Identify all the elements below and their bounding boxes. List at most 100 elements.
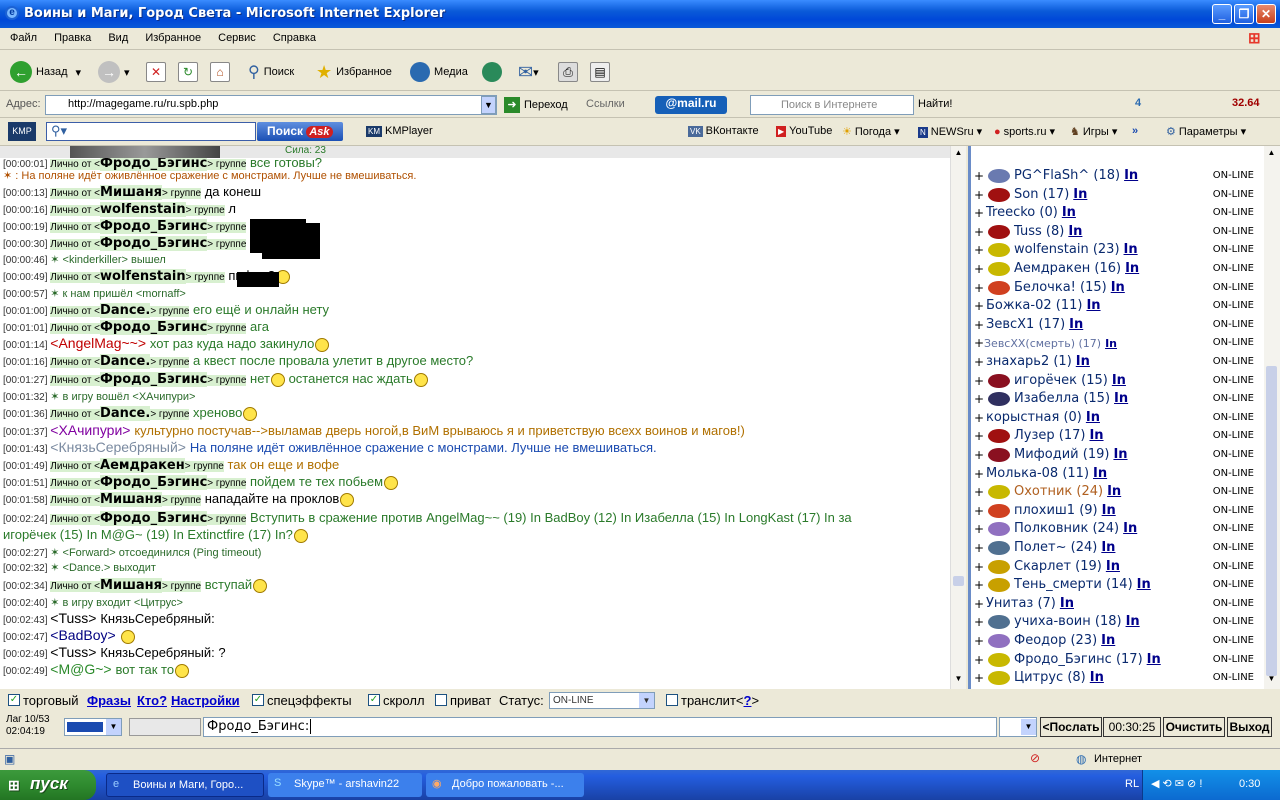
expand-icon[interactable]: + (974, 188, 984, 202)
info-link[interactable]: In (1101, 633, 1115, 648)
refresh-button[interactable]: ↻ (178, 60, 198, 84)
expand-icon[interactable]: + (974, 467, 984, 481)
expand-icon[interactable]: + (974, 485, 984, 499)
user-row[interactable]: + корыстная (0) In ON-LINE (972, 409, 1260, 428)
favorites-button[interactable]: ★ Избранное (316, 60, 392, 84)
find-button[interactable]: Найти! (918, 98, 952, 110)
send-button[interactable]: <Послать (1040, 717, 1102, 737)
expand-icon[interactable]: + (974, 597, 984, 611)
menu-edit[interactable]: Правка (54, 32, 91, 44)
minimize-button[interactable]: _ (1212, 4, 1232, 24)
user-row[interactable]: + Скарлет (19) In ON-LINE (972, 558, 1260, 577)
expand-icon[interactable]: + (974, 281, 984, 295)
user-row[interactable]: + Феодор (23) In ON-LINE (972, 632, 1260, 651)
user-name[interactable]: корыстная (0) In (986, 410, 1100, 425)
mail-button[interactable]: ✉ ▾ (518, 60, 539, 84)
user-name[interactable]: Son (17) In (1014, 187, 1087, 202)
close-button[interactable]: ✕ (1256, 4, 1276, 24)
mailru-logo[interactable]: @mail.ru (655, 96, 727, 114)
clear-button[interactable]: Очистить (1163, 717, 1225, 737)
info-link[interactable]: In (1089, 428, 1103, 443)
scroll-thumb[interactable] (1266, 366, 1277, 676)
user-name[interactable]: Унитаз (7) In (986, 596, 1074, 611)
user-name[interactable]: ЗевсХХ(смерть) (17) In (984, 337, 1117, 350)
user-name[interactable]: Цитрус (8) In (1014, 670, 1104, 685)
games-link[interactable]: ♞ Игры ▾ (1070, 125, 1117, 138)
user-name[interactable]: Аемдракен (16) In (1014, 261, 1139, 276)
user-name[interactable]: Tuss (8) In (1014, 224, 1082, 239)
user-name[interactable]: Феодор (23) In (1014, 633, 1115, 648)
expand-icon[interactable]: + (974, 522, 984, 536)
stop-button[interactable]: ✕ (146, 60, 166, 84)
task-firefox[interactable]: ◉ Добро пожаловать -... (426, 773, 584, 797)
trade-checkbox[interactable]: ✓ (8, 694, 20, 706)
user-row[interactable]: + ЗевсХХ(смерть) (17) In ON-LINE (972, 334, 1260, 353)
params-link[interactable]: ⚙ Параметры ▾ (1166, 125, 1246, 138)
ask-search-input[interactable]: ⚲▾ (46, 122, 256, 141)
user-name[interactable]: знахарь2 (1) In (986, 354, 1090, 369)
user-row[interactable]: + учиха-воин (18) In ON-LINE (972, 613, 1260, 632)
scroll-thumb[interactable] (953, 576, 964, 586)
user-row[interactable]: + Охотник (24) In ON-LINE (972, 483, 1260, 502)
private-checkbox[interactable] (435, 694, 447, 706)
user-name[interactable]: Фродо_Бэгинс (17) In (1014, 652, 1161, 667)
settings-link[interactable]: Настройки (171, 693, 240, 708)
info-link[interactable]: In (1126, 614, 1140, 629)
user-list-scrollbar[interactable]: ▲ ▼ (1264, 146, 1280, 689)
info-link[interactable]: In (1073, 187, 1087, 202)
user-row[interactable]: + Цитрус (8) In ON-LINE (972, 669, 1260, 688)
media-button[interactable]: Медиа (410, 60, 468, 84)
color-select[interactable]: ▼ (64, 718, 122, 736)
info-link[interactable]: In (1112, 373, 1126, 388)
expand-icon[interactable]: + (974, 653, 984, 667)
ask-search-button[interactable]: Поиск Ask (257, 122, 343, 141)
info-link[interactable]: In (1124, 168, 1138, 183)
expand-icon[interactable]: + (974, 578, 984, 592)
start-button[interactable]: ⊞ пуск (0, 770, 96, 800)
phrases-link[interactable]: Фразы (87, 693, 131, 708)
user-row[interactable]: + Полет~ (24) In ON-LINE (972, 539, 1260, 558)
info-link[interactable]: In (1062, 205, 1076, 220)
expand-icon[interactable]: + (974, 504, 984, 518)
tray-icons[interactable]: ◀ ⟲ ✉ ⊘ ! (1151, 777, 1202, 790)
more-links-chevron-icon[interactable]: » (1132, 125, 1138, 137)
user-name[interactable]: Treecko (0) In (986, 205, 1076, 220)
user-name[interactable]: ЗевсХ1 (17) In (986, 317, 1083, 332)
user-row[interactable]: + Лузер (17) In ON-LINE (972, 427, 1260, 446)
expand-icon[interactable]: + (974, 615, 984, 629)
info-link[interactable]: In (1060, 596, 1074, 611)
user-name[interactable]: wolfenstain (23) In (1014, 242, 1138, 257)
user-row[interactable]: + Treecko (0) In ON-LINE (972, 204, 1260, 223)
history-select[interactable]: ▼ (999, 717, 1037, 737)
menu-help[interactable]: Справка (273, 32, 316, 44)
user-row[interactable]: + wolfenstain (23) In ON-LINE (972, 241, 1260, 260)
mail-counter[interactable]: 4 (1135, 97, 1141, 109)
user-row[interactable]: + Аемдракен (16) In ON-LINE (972, 260, 1260, 279)
info-link[interactable]: In (1124, 242, 1138, 257)
task-ie[interactable]: e Воины и Маги, Горо... (106, 773, 264, 797)
user-name[interactable]: учиха-воин (18) In (1014, 614, 1140, 629)
expand-icon[interactable]: + (974, 411, 984, 425)
user-row[interactable]: + Белочка! (15) In ON-LINE (972, 279, 1260, 298)
user-name[interactable]: Молька-08 (11) In (986, 466, 1107, 481)
expand-icon[interactable]: + (974, 169, 984, 183)
info-link[interactable]: In (1086, 410, 1100, 425)
vkontakte-link[interactable]: VK ВКонтакте (688, 125, 759, 137)
user-name[interactable]: Тень_смерти (14) In (1014, 577, 1151, 592)
language-indicator[interactable]: RL (1125, 778, 1139, 790)
exit-button[interactable]: Выход (1227, 717, 1272, 737)
history-button[interactable] (482, 60, 506, 84)
menu-view[interactable]: Вид (108, 32, 128, 44)
user-row[interactable]: + игорёчек (15) In ON-LINE (972, 372, 1260, 391)
expand-icon[interactable]: + (974, 429, 984, 443)
expand-icon[interactable]: + (974, 374, 984, 388)
user-row[interactable]: + знахарь2 (1) In ON-LINE (972, 353, 1260, 372)
user-name[interactable]: Изабелла (15) In (1014, 391, 1128, 406)
user-row[interactable]: + Son (17) In ON-LINE (972, 186, 1260, 205)
status-select[interactable]: ON-LINE ▼ (549, 692, 655, 709)
print-button[interactable]: ⎙ (558, 60, 578, 84)
info-link[interactable]: In (1107, 484, 1121, 499)
info-link[interactable]: In (1113, 447, 1127, 462)
user-name[interactable]: PG^FlaSh^ (18) In (1014, 168, 1138, 183)
user-name[interactable]: Скарлет (19) In (1014, 559, 1120, 574)
